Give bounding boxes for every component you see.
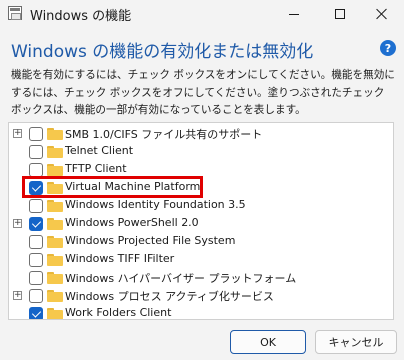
folder-icon: [47, 236, 63, 248]
maximize-button[interactable]: [318, 0, 362, 28]
feature-row-powershell[interactable]: + Windows PowerShell 2.0: [9, 215, 389, 233]
minimize-icon: [289, 13, 299, 15]
close-icon: [376, 8, 388, 20]
feature-row-telnet[interactable]: Telnet Client: [9, 143, 389, 161]
feature-row-tiff-ifilter[interactable]: Windows TIFF IFilter: [9, 251, 389, 269]
feature-row-process-activation[interactable]: + Windows プロセス アクティブ化サービス: [9, 287, 389, 305]
folder-icon: [47, 308, 63, 319]
folder-icon: [47, 128, 63, 140]
feature-row-smb[interactable]: + SMB 1.0/CIFS ファイル共有のサポート: [9, 125, 389, 143]
cancel-button[interactable]: キャンセル: [315, 330, 397, 354]
folder-icon: [47, 200, 63, 212]
feature-checkbox-checked[interactable]: [29, 217, 43, 231]
folder-icon: [47, 254, 63, 266]
feature-checkbox-checked[interactable]: [29, 307, 43, 319]
feature-checkbox[interactable]: [29, 289, 43, 303]
feature-checkbox[interactable]: [29, 127, 43, 141]
feature-row-hypervisor-platform[interactable]: Windows ハイパーバイザー プラットフォーム: [9, 269, 389, 287]
feature-label: Windows プロセス アクティブ化サービス: [65, 290, 274, 303]
feature-label: TFTP Client: [65, 162, 127, 175]
feature-label: Windows PowerShell 2.0: [65, 216, 199, 229]
folder-icon: [47, 146, 63, 158]
feature-label: Windows Identity Foundation 3.5: [65, 198, 246, 211]
window-features-icon: [8, 6, 22, 20]
feature-label: Work Folders Client: [65, 306, 172, 319]
maximize-icon: [335, 9, 345, 19]
folder-icon: [47, 164, 63, 176]
highlight-box: [22, 176, 203, 198]
help-icon[interactable]: ?: [380, 40, 396, 56]
page-title: Windows の機能の有効化または無効化: [11, 42, 314, 62]
folder-icon: [47, 272, 63, 284]
expand-icon[interactable]: +: [13, 219, 22, 228]
window-title: Windows の機能: [30, 9, 132, 24]
feature-checkbox[interactable]: [29, 235, 43, 249]
feature-checkbox[interactable]: [29, 145, 43, 159]
feature-checkbox[interactable]: [29, 199, 43, 213]
folder-icon: [47, 290, 63, 302]
expand-icon[interactable]: +: [13, 129, 22, 138]
feature-row-work-folders[interactable]: Work Folders Client: [9, 305, 389, 319]
feature-label: Telnet Client: [65, 144, 134, 157]
features-tree[interactable]: + SMB 1.0/CIFS ファイル共有のサポート Telnet Client…: [8, 122, 394, 320]
feature-label: SMB 1.0/CIFS ファイル共有のサポート: [65, 128, 263, 141]
minimize-button[interactable]: [272, 0, 316, 28]
feature-label: Windows TIFF IFilter: [65, 252, 175, 265]
feature-row-projected-fs[interactable]: Windows Projected File System: [9, 233, 389, 251]
close-button[interactable]: [360, 0, 404, 28]
title-bar: Windows の機能: [0, 0, 404, 28]
description-text: 機能を有効にするには、チェック ボックスをオンにしてください。機能を無効にするに…: [11, 69, 395, 116]
ok-button[interactable]: OK: [230, 330, 306, 354]
feature-label: Windows ハイパーバイザー プラットフォーム: [65, 272, 297, 285]
feature-checkbox[interactable]: [29, 163, 43, 177]
feature-checkbox[interactable]: [29, 271, 43, 285]
folder-icon: [47, 218, 63, 230]
feature-label: Windows Projected File System: [65, 234, 236, 247]
feature-checkbox[interactable]: [29, 253, 43, 267]
expand-icon[interactable]: +: [13, 291, 22, 300]
feature-row-identity-foundation[interactable]: Windows Identity Foundation 3.5: [9, 197, 389, 215]
